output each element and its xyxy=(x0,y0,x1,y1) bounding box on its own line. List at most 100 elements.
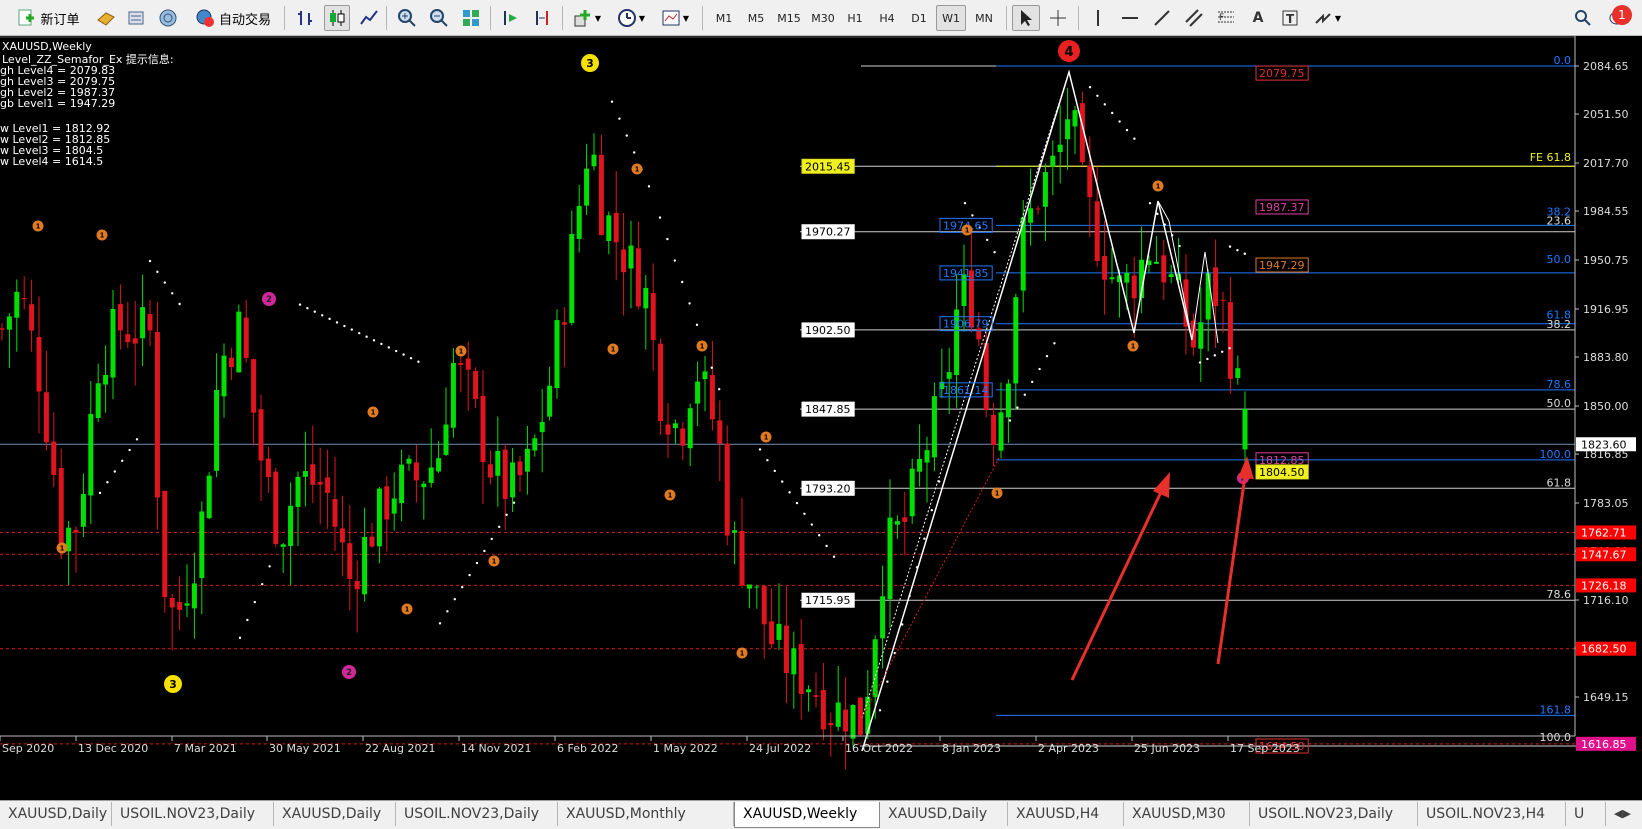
vertical-line-button[interactable] xyxy=(1084,5,1112,31)
fibonacci-button[interactable]: F xyxy=(1212,5,1240,31)
periodicity-button[interactable]: ▼ xyxy=(612,5,650,31)
sar-dot xyxy=(1178,244,1181,248)
svg-text:F: F xyxy=(1219,13,1224,23)
navigator-button[interactable] xyxy=(94,5,118,31)
search-button[interactable] xyxy=(1570,5,1596,31)
sar-dot xyxy=(171,292,174,295)
candle-body xyxy=(117,304,123,331)
text-button[interactable]: A xyxy=(1244,5,1272,31)
new-order-button[interactable]: 新订单 xyxy=(8,5,88,31)
cursor-button[interactable] xyxy=(1012,5,1040,31)
toolbar: 新订单 自动交易 ▼ ▼ ▼ M1 M5 M15 M30 H1 H4 D1 W1… xyxy=(0,0,1642,36)
candle-body xyxy=(495,450,501,476)
semafor-minor-mark-label: 1 xyxy=(668,491,673,499)
timeframe-h4[interactable]: H4 xyxy=(872,5,902,31)
timeframe-label: D1 xyxy=(911,11,927,25)
timeframe-m30[interactable]: M30 xyxy=(806,5,840,31)
chart-shift-button[interactable] xyxy=(530,5,556,31)
candle-body xyxy=(206,475,212,519)
candle-body xyxy=(80,494,86,527)
horizontal-line-button[interactable] xyxy=(1116,5,1144,31)
sar-dot xyxy=(372,339,376,342)
chart-tab[interactable]: USOIL.NOV23,H4 xyxy=(1418,802,1566,826)
candle-body xyxy=(1005,383,1011,418)
price-chart[interactable]: 2015.45 1970.27 1902.50 1847.85 1793.20 1715.… xyxy=(0,36,1642,800)
candle-body xyxy=(184,603,190,606)
semafor-minor-mark-label: 1 xyxy=(459,347,464,355)
sar-dot xyxy=(788,491,791,494)
candle-body xyxy=(1168,274,1174,277)
sar-dot xyxy=(1008,419,1012,422)
chart-tab[interactable]: U xyxy=(1566,802,1606,826)
indicators-button[interactable]: ▼ xyxy=(568,5,606,31)
trendline-button[interactable] xyxy=(1148,5,1176,31)
templates-button[interactable]: ▼ xyxy=(656,5,694,31)
timeframe-label: M30 xyxy=(811,11,835,25)
chart-tab[interactable]: XAUUSD,Daily xyxy=(274,802,396,826)
time-tick-label: 24 Jul 2022 xyxy=(749,742,811,755)
chart-tab[interactable]: XAUUSD,Daily xyxy=(880,802,1008,826)
timeframe-m1[interactable]: M1 xyxy=(708,5,740,31)
channel-button[interactable] xyxy=(1180,5,1208,31)
sar-dot xyxy=(246,618,249,622)
sar-dot xyxy=(886,680,889,683)
candle-body xyxy=(280,544,286,547)
chart-tab[interactable]: XAUUSD,M30 xyxy=(1124,802,1250,826)
text-label-button[interactable]: T xyxy=(1276,5,1304,31)
bar-chart-button[interactable] xyxy=(292,5,318,31)
arrows-button[interactable]: ▼ xyxy=(1308,5,1346,31)
arrow-annotation-right[interactable] xyxy=(1216,475,1247,665)
chart-tab[interactable]: USOIL.NOV23,Daily xyxy=(112,802,274,826)
timeframe-w1[interactable]: W1 xyxy=(936,5,966,31)
chart-tab[interactable]: USOIL.NOV23,Daily xyxy=(396,802,558,826)
sar-dot xyxy=(993,250,996,254)
chart-window[interactable]: 2015.45 1970.27 1902.50 1847.85 1793.20 1715.… xyxy=(0,36,1642,800)
candle-body xyxy=(872,639,878,698)
sar-dot xyxy=(490,537,493,541)
tab-scroll-arrows[interactable]: ◀▶ xyxy=(1606,802,1642,826)
red-price-label: 1762.71 xyxy=(1581,526,1627,539)
fib-percent-label: 23.6 xyxy=(1547,214,1572,227)
semafor-minor-mark-label: 1 xyxy=(60,544,65,552)
data-window-button[interactable] xyxy=(156,5,180,31)
auto-scroll-button[interactable] xyxy=(498,5,524,31)
candle-body xyxy=(561,322,567,325)
timeframe-h1[interactable]: H1 xyxy=(840,5,870,31)
semafor-minor-mark-label: 1 xyxy=(965,226,970,234)
chart-tab[interactable]: XAUUSD,H4 xyxy=(1008,802,1124,826)
sar-dot xyxy=(818,534,821,537)
timeframe-m15[interactable]: M15 xyxy=(772,5,806,31)
candle-body xyxy=(384,486,390,520)
candle-body xyxy=(650,293,656,340)
sar-dot xyxy=(718,387,721,391)
sar-dot xyxy=(795,501,799,505)
candle-body xyxy=(376,488,382,547)
tile-windows-button[interactable] xyxy=(458,5,484,31)
price-axis[interactable]: 2084.65 2051.50 2017.70 1984.55 1950.75 1916.… xyxy=(1574,36,1636,753)
line-chart-button[interactable] xyxy=(356,5,382,31)
sar-dot xyxy=(1016,406,1019,409)
chart-tab[interactable]: XAUUSD,Monthly xyxy=(558,802,734,826)
zoom-in-button[interactable] xyxy=(394,5,420,31)
timeframe-mn[interactable]: MN xyxy=(968,5,1000,31)
crosshair-button[interactable] xyxy=(1044,5,1072,31)
zoom-out-button[interactable] xyxy=(426,5,452,31)
semafor-minor-mark-label: 1 xyxy=(100,231,105,239)
chart-tab-active[interactable]: XAUUSD,Weekly xyxy=(734,802,880,828)
candle-body xyxy=(613,212,619,243)
timeframe-label: W1 xyxy=(942,11,960,25)
auto-trade-button[interactable]: 自动交易 xyxy=(188,5,278,31)
candlestick-button[interactable] xyxy=(324,5,350,31)
candle-body xyxy=(428,467,434,483)
annotation-arrows[interactable] xyxy=(1070,456,1254,681)
chart-tab[interactable]: XAUUSD,Daily xyxy=(0,802,112,826)
timeframe-m5[interactable]: M5 xyxy=(740,5,772,31)
sar-dot xyxy=(395,349,398,353)
candle-body xyxy=(1205,273,1211,320)
market-watch-button[interactable] xyxy=(124,5,148,31)
timeframe-d1[interactable]: D1 xyxy=(904,5,934,31)
sar-dot xyxy=(512,501,516,504)
zigzag-sub-line[interactable] xyxy=(1157,200,1219,344)
chart-tab[interactable]: USOIL.NOV23,Daily xyxy=(1250,802,1418,826)
chart-tabs: XAUUSD,Daily USOIL.NOV23,Daily XAUUSD,Da… xyxy=(0,800,1642,829)
